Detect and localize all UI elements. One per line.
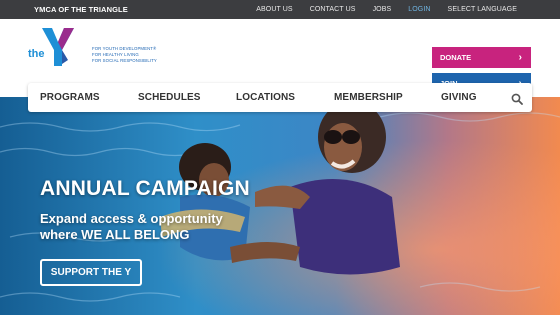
nav-item-programs[interactable]: PROGRAMS: [40, 83, 100, 113]
jobs-link[interactable]: JOBS: [373, 6, 392, 13]
donate-label: DONATE: [440, 53, 472, 62]
utility-bar: YMCA OF THE TRIANGLE ABOUT US CONTACT US…: [0, 0, 560, 19]
hero-subhead: Expand access & opportunity where WE ALL…: [40, 211, 223, 242]
about-us-link[interactable]: ABOUT US: [256, 6, 292, 13]
login-link[interactable]: LOGIN: [408, 6, 430, 13]
ymca-logo[interactable]: the: [28, 24, 88, 68]
hero-headline: ANNUAL CAMPAIGN: [40, 177, 250, 200]
search-icon[interactable]: [511, 92, 523, 105]
support-the-y-button[interactable]: SUPPORT THE Y: [40, 259, 142, 286]
chevron-right-icon: ›: [518, 52, 522, 63]
logo-tagline: FOR YOUTH DEVELOPMENT® FOR HEALTHY LIVIN…: [92, 46, 157, 64]
contact-us-link[interactable]: CONTACT US: [310, 6, 356, 13]
nav-item-giving[interactable]: GIVING: [441, 83, 477, 113]
org-name[interactable]: YMCA OF THE TRIANGLE: [34, 0, 128, 19]
nav-item-schedules[interactable]: SCHEDULES: [138, 83, 201, 113]
nav-item-membership[interactable]: MEMBERSHIP: [334, 83, 403, 113]
donate-button[interactable]: DONATE ›: [432, 47, 531, 68]
nav-item-locations[interactable]: LOCATIONS: [236, 83, 295, 113]
logo-wordmark: the: [28, 48, 45, 60]
main-navigation: PROGRAMS SCHEDULES LOCATIONS MEMBERSHIP …: [28, 83, 532, 112]
select-language-link[interactable]: SELECT LANGUAGE: [448, 6, 517, 13]
utility-links: ABOUT US CONTACT US JOBS LOGIN SELECT LA…: [239, 0, 517, 19]
tagline-line: FOR SOCIAL RESPONSIBILITY: [92, 58, 157, 63]
